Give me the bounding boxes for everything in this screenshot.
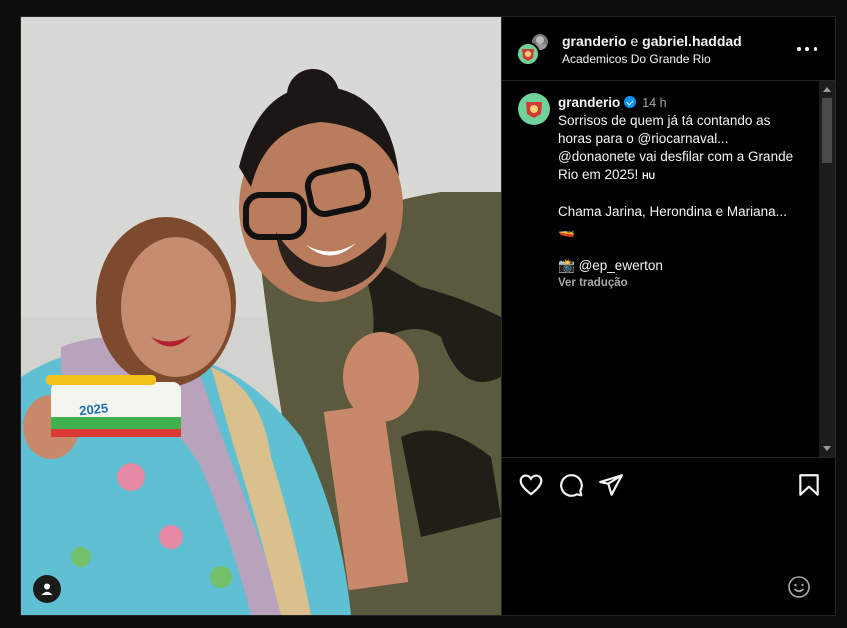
caption-line: horas para o @riocarnaval...	[558, 131, 729, 146]
action-bar	[502, 457, 836, 508]
comments-scrollbar[interactable]	[819, 81, 835, 457]
header-username-secondary[interactable]: gabriel.haddad	[642, 33, 742, 49]
boat-emoji: 🚤	[558, 222, 575, 237]
see-translation-link[interactable]: Ver tradução	[558, 274, 808, 292]
photo-illustration: 2025	[21, 17, 501, 615]
photo-credit-mention[interactable]: @ep_ewerton	[579, 258, 663, 273]
caption: granderio 14 h Sorrisos de quem já tá con…	[558, 94, 808, 292]
post-photo[interactable]: 2025	[21, 17, 501, 615]
boat-year-label: 2025	[78, 400, 108, 418]
scroll-up-icon[interactable]	[823, 87, 831, 92]
caption-line: Chama Jarina, Herondina e Mariana...	[558, 204, 787, 219]
comment-icon	[560, 474, 583, 497]
post-header: granderio e gabriel.haddad Academicos Do…	[502, 17, 835, 81]
caption-line: @donaonete vai desfilar com a Grande	[558, 149, 794, 164]
user-tag-icon	[41, 583, 53, 595]
caption-line: Rio em 2025!	[558, 167, 639, 182]
post-side-panel: granderio e gabriel.haddad Academicos Do…	[501, 17, 836, 615]
more-dots-icon	[797, 47, 801, 51]
comments-area: granderio 14 h Sorrisos de quem já tá con…	[502, 81, 820, 457]
header-usernames: granderio e gabriel.haddad	[562, 33, 742, 49]
like-button[interactable]	[518, 472, 544, 498]
collab-avatars[interactable]	[516, 32, 550, 66]
bookmark-icon	[799, 474, 819, 496]
user-tag-button[interactable]	[33, 575, 61, 603]
hu-tag: HU	[642, 171, 656, 181]
save-button[interactable]	[796, 472, 822, 498]
primary-user-avatar[interactable]	[516, 42, 540, 66]
location-link[interactable]: Academicos Do Grande Rio	[562, 52, 711, 66]
header-username-primary[interactable]: granderio	[562, 33, 627, 49]
verified-badge-icon	[624, 96, 637, 108]
comment-button[interactable]	[558, 472, 584, 498]
emoji-picker-button[interactable]	[787, 575, 811, 599]
caption-username[interactable]: granderio	[558, 95, 620, 110]
share-button[interactable]	[598, 472, 624, 498]
header-conjunction: e	[630, 33, 639, 49]
scroll-down-icon[interactable]	[823, 446, 831, 451]
post-timestamp[interactable]: 14 h	[642, 96, 666, 110]
more-options-button[interactable]	[797, 39, 817, 59]
camera-emoji: 📸	[558, 258, 575, 273]
heart-icon	[519, 474, 543, 496]
caption-avatar[interactable]	[518, 93, 550, 125]
post-modal: 2025 granderio e gabriel.haddad Academic…	[20, 16, 836, 616]
emoji-icon	[788, 576, 810, 598]
caption-line: Sorrisos de quem já tá contando as	[558, 113, 771, 128]
scroll-thumb[interactable]	[822, 98, 832, 163]
send-icon	[599, 474, 623, 496]
caption-text: Sorrisos de quem já tá contando as horas…	[558, 112, 808, 275]
